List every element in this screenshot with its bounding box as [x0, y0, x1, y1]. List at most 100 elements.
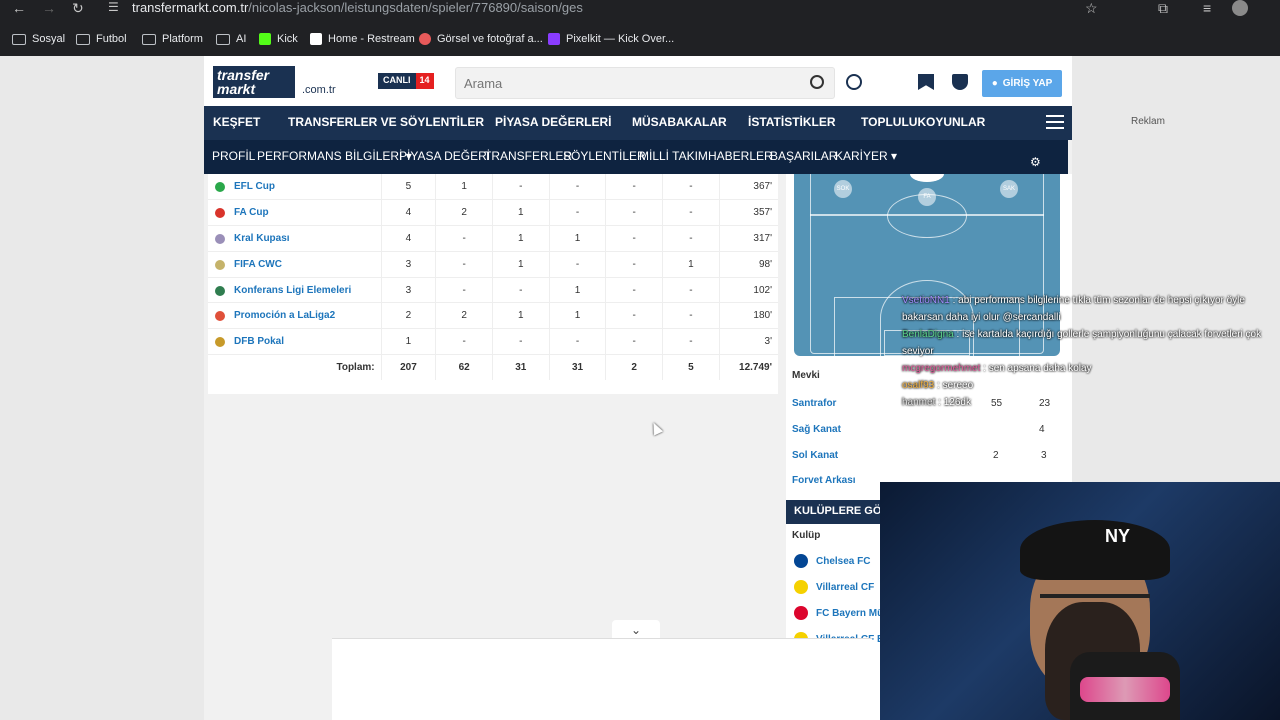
bookmark-icon[interactable]: [918, 74, 934, 90]
tab-achievements[interactable]: BAŞARILAR: [770, 149, 837, 163]
competition-link[interactable]: DFB Pokal: [208, 328, 382, 356]
tab-rumours[interactable]: SÖYLENTİLER: [563, 149, 646, 163]
stat-cell: 1: [491, 199, 550, 227]
bookmark-label: Platform: [162, 33, 203, 45]
stat-cell: 98': [718, 251, 778, 278]
bookmark-label: Futbol: [96, 33, 127, 45]
stat-cell: -: [435, 225, 493, 252]
nav-competitions[interactable]: MÜSABAKALAR: [632, 115, 727, 129]
bottom-ad-banner: [332, 638, 872, 720]
bookmark-pixelkit[interactable]: Pixelkit — Kick Over...: [548, 28, 674, 50]
hamburger-menu-icon[interactable]: [1046, 115, 1064, 129]
competition-link[interactable]: EFL Cup: [208, 174, 382, 201]
stat-cell: -: [491, 328, 550, 356]
tab-news[interactable]: HABERLER: [708, 149, 773, 163]
site-info-icon[interactable]: ☰: [108, 0, 119, 14]
chat-username: mcgregormehmet: [902, 363, 981, 374]
bookmark-kick[interactable]: Kick: [259, 28, 298, 50]
stat-cell: 1: [491, 225, 550, 252]
bookmarks-bar: Sosyal Futbol Platform AI Kick Home - Re…: [0, 28, 1280, 50]
position-row[interactable]: Santrafor: [792, 398, 836, 409]
nav-games[interactable]: OYUNLAR: [926, 115, 985, 129]
tab-transfers[interactable]: TRANSFERLER: [484, 149, 572, 163]
bayern-crest-icon: [794, 606, 808, 620]
bookmark-ai[interactable]: AI: [216, 28, 246, 50]
table-row: Promoción a LaLiga2 2 2 1 1- -180': [208, 302, 778, 330]
stat-cell: 3: [380, 251, 436, 278]
competition-name: DFB Pokal: [234, 336, 285, 348]
position-value: 4: [1039, 424, 1045, 435]
login-button[interactable]: ● GİRİŞ YAP: [982, 70, 1062, 97]
bookmark-gorsel[interactable]: Görsel ve fotoğraf a...: [419, 28, 543, 50]
user-search-icon[interactable]: [846, 74, 862, 90]
shield-icon[interactable]: [952, 74, 968, 90]
back-arrow-icon[interactable]: ←: [12, 0, 26, 16]
forward-arrow-icon[interactable]: →: [42, 0, 56, 16]
user-icon: ●: [991, 78, 998, 89]
bookmark-platform[interactable]: Platform: [142, 28, 203, 50]
pos-left-wing[interactable]: SOK: [834, 180, 852, 198]
chelsea-crest-icon: [794, 554, 808, 568]
image-site-icon: [419, 33, 431, 45]
club-row[interactable]: Chelsea FC: [816, 556, 870, 567]
search-input[interactable]: [456, 68, 796, 98]
site-header: transfermarkt .com.tr CANLI14 ● GİRİŞ YAP: [204, 56, 1072, 106]
stat-cell: -: [605, 225, 663, 252]
live-badge[interactable]: CANLI 14: [378, 73, 434, 89]
competition-link[interactable]: FA Cup: [208, 199, 382, 227]
tab-career[interactable]: KARİYER ▾: [835, 149, 897, 163]
chat-message: hanmet : 126dk: [902, 397, 971, 408]
address-bar[interactable]: transfermarkt.com.tr/nicolas-jackson/lei…: [132, 0, 583, 15]
competition-link[interactable]: Kral Kupası: [208, 225, 382, 252]
competition-logo-icon: [215, 259, 225, 270]
media-icon[interactable]: ≡: [1203, 0, 1211, 16]
bookmark-sosyal[interactable]: Sosyal: [12, 28, 65, 50]
stat-cell: 317': [718, 225, 778, 252]
stat-cell: 2: [380, 302, 436, 330]
pos-center-forward[interactable]: FA: [918, 188, 936, 206]
stat-cell: 4: [380, 225, 436, 252]
stat-cell: -: [605, 174, 663, 201]
competition-link[interactable]: Konferans Ligi Elemeleri: [208, 277, 382, 304]
competition-logo-icon: [215, 182, 225, 192]
stat-cell: -: [662, 302, 720, 330]
competition-link[interactable]: Promoción a LaLiga2: [208, 302, 382, 330]
position-row[interactable]: Sağ Kanat: [792, 424, 841, 435]
profile-avatar[interactable]: [1232, 0, 1248, 16]
extensions-icon[interactable]: ⧉: [1158, 0, 1168, 17]
nav-transfers[interactable]: TRANSFERLER VE SÖYLENTİLER: [288, 115, 484, 129]
tab-national-team[interactable]: MİLLİ TAKIM: [639, 149, 708, 163]
bookmark-futbol[interactable]: Futbol: [76, 28, 127, 50]
total-cell: 207: [380, 354, 436, 381]
club-row[interactable]: FC Bayern Mün: [816, 608, 889, 619]
pos-right-wing[interactable]: SAK: [1000, 180, 1018, 198]
transfermarkt-logo[interactable]: transfer markt: [213, 66, 295, 98]
logo-line-1: transfer: [217, 67, 270, 83]
stat-cell: -: [605, 328, 663, 356]
bookmark-restream[interactable]: Home - Restream: [310, 28, 415, 50]
nav-community[interactable]: TOPLULUK: [861, 115, 926, 129]
position-row[interactable]: Forvet Arkası: [792, 475, 856, 486]
ad-label: Reklam: [1131, 116, 1165, 127]
reload-icon[interactable]: ↻: [72, 0, 84, 17]
domain-selector[interactable]: .com.tr: [302, 84, 336, 96]
bookmark-label: Sosyal: [32, 33, 66, 45]
nav-statistics[interactable]: İSTATİSTİKLER: [748, 115, 836, 129]
position-row[interactable]: Sol Kanat: [792, 450, 838, 461]
stat-cell: -: [548, 251, 606, 278]
gear-icon[interactable]: ⚙: [1030, 149, 1041, 175]
nav-kesfet[interactable]: KEŞFET: [213, 115, 260, 129]
browser-toolbar: ← → ↻ ☰ transfermarkt.com.tr/nicolas-jac…: [0, 0, 1280, 56]
competition-link[interactable]: FIFA CWC: [208, 251, 382, 278]
search-icon[interactable]: [810, 75, 824, 89]
club-row[interactable]: Villarreal CF: [816, 582, 874, 593]
restream-icon: [310, 33, 322, 45]
star-icon[interactable]: ☆: [1085, 0, 1098, 17]
stat-cell: 2: [435, 199, 493, 227]
nav-market-values[interactable]: PİYASA DEĞERLERİ: [495, 115, 611, 129]
tab-profile[interactable]: PROFİL: [212, 149, 255, 163]
tab-performance[interactable]: PERFORMANS BİLGİLERİ ▾: [257, 149, 412, 163]
tab-market-value[interactable]: PİYASA DEĞERİ: [399, 149, 490, 163]
chevron-down-icon[interactable]: ⌄: [612, 620, 660, 640]
position-value: 2: [993, 450, 999, 461]
